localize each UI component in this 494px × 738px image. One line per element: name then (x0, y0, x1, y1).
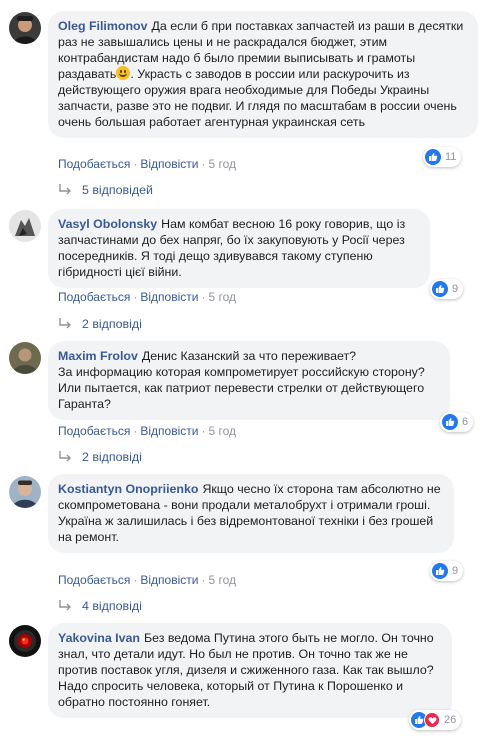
avatar[interactable] (9, 342, 41, 374)
comment-time[interactable]: 5 год (208, 157, 236, 171)
user-photo-icon (9, 210, 41, 242)
like-reaction-icon (432, 563, 448, 579)
replies-count: 2 відповіді (82, 450, 142, 464)
view-replies-link[interactable]: 5 відповідей (58, 183, 153, 197)
avatar[interactable] (9, 210, 41, 242)
view-replies-link[interactable]: 2 відповіді (58, 450, 142, 464)
comment-author[interactable]: Vasyl Obolonsky (58, 217, 157, 231)
avatar[interactable] (9, 476, 41, 508)
comment-bubble: Maxim Frolov Денис Казанский за что переж… (48, 341, 450, 420)
reaction-count: 9 (452, 283, 459, 295)
reply-link[interactable]: Відповісти (140, 157, 198, 171)
like-reaction-icon (425, 149, 441, 165)
view-replies-link[interactable]: 2 відповіді (58, 317, 142, 331)
smiling-face-icon (116, 66, 131, 80)
like-reaction-icon (432, 281, 448, 297)
comment-time[interactable]: 5 год (208, 424, 236, 438)
user-photo-icon (9, 476, 41, 508)
comment-actions: Подобається · Відповісти · 5 год (58, 290, 236, 304)
reactions-summary[interactable]: 9 (430, 561, 464, 581)
user-photo-icon (9, 12, 41, 44)
like-reaction-icon (442, 414, 458, 430)
reactions-summary[interactable]: 6 (440, 412, 474, 432)
comment-actions: Подобається · Відповісти · 5 год (58, 573, 236, 587)
user-photo-icon (9, 342, 41, 374)
comment-bubble: Kostiantyn Onopriienko Якщо чесно їх стор… (48, 474, 454, 553)
reply-link[interactable]: Відповісти (140, 573, 198, 587)
view-replies-link[interactable]: 4 відповіді (58, 599, 142, 613)
reply-arrow-icon (59, 600, 71, 611)
reaction-count: 26 (444, 714, 457, 726)
reaction-count: 6 (462, 416, 469, 428)
reply-arrow-icon (59, 318, 71, 329)
replies-count: 4 відповіді (82, 599, 142, 613)
like-link[interactable]: Подобається (58, 157, 130, 171)
love-reaction-icon (424, 712, 440, 728)
comment-actions: Подобається · Відповісти · 5 год (58, 157, 236, 171)
reactions-summary[interactable]: 26 (409, 710, 462, 730)
like-link[interactable]: Подобається (58, 424, 130, 438)
comment-time[interactable]: 5 год (208, 290, 236, 304)
reaction-count: 9 (452, 565, 459, 577)
comment-author[interactable]: Yakovina Ivan (58, 631, 140, 645)
reactions-summary[interactable]: 11 (423, 147, 462, 167)
reaction-count: 11 (445, 151, 457, 163)
comment-time[interactable]: 5 год (208, 573, 236, 587)
avatar[interactable] (9, 12, 41, 44)
reply-arrow-icon (59, 451, 71, 462)
reactions-summary[interactable]: 9 (430, 279, 464, 299)
replies-count: 2 відповіді (82, 317, 142, 331)
comment-author[interactable]: Kostiantyn Onopriienko (58, 482, 198, 496)
comment-bubble: Vasyl Obolonsky Нам комбат весною 16 року… (48, 209, 430, 288)
comment-bubble: Yakovina Ivan Без ведома Путина этого быт… (48, 623, 452, 718)
reply-link[interactable]: Відповісти (140, 290, 198, 304)
comment-actions: Подобається · Відповісти · 5 год (58, 424, 236, 438)
comment-author[interactable]: Maxim Frolov (58, 349, 138, 363)
replies-count: 5 відповідей (82, 183, 153, 197)
comment-author[interactable]: Oleg Filimonov (58, 19, 148, 33)
comment-bubble: Oleg Filimonov Да если б при поставках за… (48, 11, 478, 138)
like-link[interactable]: Подобається (58, 290, 130, 304)
red-eye-photo-icon (9, 625, 41, 657)
avatar[interactable] (9, 625, 41, 657)
reply-arrow-icon (59, 184, 71, 195)
reply-link[interactable]: Відповісти (140, 424, 198, 438)
like-link[interactable]: Подобається (58, 573, 130, 587)
